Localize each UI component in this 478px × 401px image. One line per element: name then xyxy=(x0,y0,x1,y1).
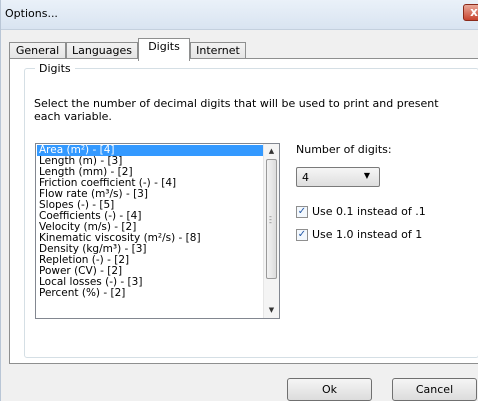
digits-tab-panel: Digits Select the number of decimal digi… xyxy=(9,58,478,364)
list-item[interactable]: Slopes (-) - [5] xyxy=(37,200,264,211)
window-title: Options... xyxy=(5,7,58,20)
use-0-1-label[interactable]: Use 0.1 instead of .1 xyxy=(312,205,426,218)
list-item[interactable]: Velocity (m/s) - [2] xyxy=(37,222,264,233)
scroll-thumb[interactable]: --- xyxy=(266,159,277,279)
number-of-digits-label: Number of digits: xyxy=(296,143,392,156)
close-button[interactable]: x xyxy=(463,4,478,21)
use-1-0-label[interactable]: Use 1.0 instead of 1 xyxy=(312,228,422,241)
use-1-0-checkbox[interactable]: ✓ xyxy=(296,229,308,241)
list-item[interactable]: Repletion (-) - [2] xyxy=(37,255,264,266)
group-title: Digits xyxy=(35,62,75,75)
tab-digits[interactable]: Digits xyxy=(138,38,190,61)
list-item[interactable]: Kinematic viscosity (m²/s) - [8] xyxy=(37,233,264,244)
list-item[interactable]: Length (mm) - [2] xyxy=(37,167,264,178)
options-dialog: Options... x General Languages Digits In… xyxy=(0,0,478,401)
number-of-digits-select[interactable]: 4 ▼ xyxy=(296,167,380,187)
cancel-button[interactable]: Cancel xyxy=(392,378,477,401)
list-item[interactable]: Friction coefficient (-) - [4] xyxy=(37,178,264,189)
variable-list: Area (m²) - [4] Length (m) - [3] Length (m… xyxy=(37,145,264,299)
checkmark-icon: ✓ xyxy=(297,229,307,240)
list-item[interactable]: Length (m) - [3] xyxy=(37,156,264,167)
digits-description: Select the number of decimal digits that… xyxy=(34,97,439,123)
list-item[interactable]: Coefficients (-) - [4] xyxy=(37,211,264,222)
list-item[interactable]: Density (kg/m³) - [3] xyxy=(37,244,264,255)
list-item[interactable]: Area (m²) - [4] xyxy=(37,145,264,156)
checkmark-icon: ✓ xyxy=(297,206,307,217)
variable-listbox[interactable]: Area (m²) - [4] Length (m) - [3] Length (m… xyxy=(35,143,280,319)
list-scrollbar[interactable]: ▲ --- ▼ xyxy=(263,144,279,318)
scroll-up-icon[interactable]: ▲ xyxy=(264,144,279,159)
use-0-1-checkbox[interactable]: ✓ xyxy=(296,206,308,218)
selected-digits-value: 4 xyxy=(302,171,309,184)
chevron-down-icon: ▼ xyxy=(363,171,370,180)
close-icon: x xyxy=(470,5,478,19)
list-item[interactable]: Power (CV) - [2] xyxy=(37,266,264,277)
grip-icon: --- xyxy=(269,212,272,227)
scroll-down-icon[interactable]: ▼ xyxy=(264,303,279,318)
title-bar[interactable]: Options... x xyxy=(1,0,478,30)
ok-button[interactable]: Ok xyxy=(287,378,372,401)
digits-groupbox: Digits Select the number of decimal digi… xyxy=(24,62,478,358)
list-item[interactable]: Percent (%) - [2] xyxy=(37,288,264,299)
list-item[interactable]: Flow rate (m³/s) - [3] xyxy=(37,189,264,200)
list-item[interactable]: Local losses (-) - [3] xyxy=(37,277,264,288)
